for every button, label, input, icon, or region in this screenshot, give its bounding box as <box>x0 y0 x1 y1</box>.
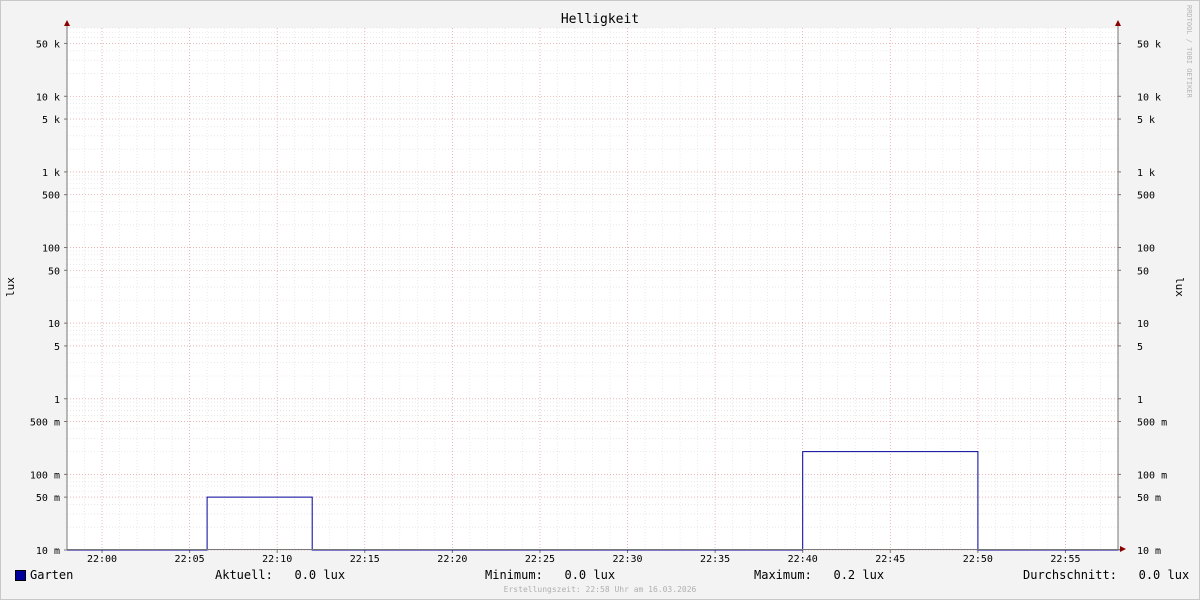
y-tick-label-left: 50 m <box>36 493 60 504</box>
x-axis-arrow <box>1120 546 1126 552</box>
y-tick-label-left: 10 <box>48 319 60 330</box>
y-tick-label-right: 5 k <box>1137 115 1155 126</box>
y-tick-label-right: 100 m <box>1137 470 1167 481</box>
x-tick-label: 22:30 <box>612 554 642 565</box>
x-tick-label: 22:45 <box>875 554 905 565</box>
y-tick-labels-right: 50 k 10 k 5 k 1 k 500 100 50 10 5 1 500 m 100 m 50 m… <box>1137 39 1167 557</box>
y-tick-label-right: 50 m <box>1137 493 1161 504</box>
y-tick-label-left: 5 k <box>42 115 60 126</box>
y-tick-label-left: 500 <box>42 191 60 202</box>
x-tick-label: 22:40 <box>788 554 818 565</box>
legend-series-name: Garten <box>30 568 74 582</box>
y-tick-label-left: 10 k <box>36 92 60 103</box>
y-tick-label-right: 50 <box>1137 266 1149 277</box>
y-tick-labels-left: 50 k 10 k 5 k 1 k 500 100 50 10 5 1 500 m 100 m 50 m… <box>30 39 60 557</box>
x-tick-label: 22:15 <box>350 554 380 565</box>
legend-current: Aktuell: 0.0 lux <box>215 568 346 582</box>
y-tick-label-right: 1 k <box>1137 168 1155 179</box>
y-tick-label-right: 10 m <box>1137 546 1161 557</box>
x-tick-label: 22:20 <box>437 554 467 565</box>
y-axis-label-right: lux <box>1173 277 1186 297</box>
y-tick-label-right: 5 <box>1137 342 1143 353</box>
legend-minimum: Minimum: 0.0 lux <box>485 568 616 582</box>
x-tick-label: 22:50 <box>963 554 993 565</box>
y-tick-label-left: 100 <box>42 244 60 255</box>
y-tick-label-right: 50 k <box>1137 39 1161 50</box>
brightness-chart: 50 k 10 k 5 k 1 k 500 100 50 10 5 1 500 m 100 m 50 m… <box>4 5 1193 565</box>
y-tick-label-right: 10 k <box>1137 92 1161 103</box>
y-tick-label-left: 50 k <box>36 39 60 50</box>
legend-maximum: Maximum: 0.2 lux <box>754 568 885 582</box>
y-tick-label-right: 500 m <box>1137 418 1167 429</box>
footer-timestamp: Erstellungszeit: 22:58 Uhr am 16.03.2026 <box>503 585 697 594</box>
x-tick-labels: 22:00 22:05 22:10 22:15 22:20 22:25 22:30 22:35… <box>87 554 1081 565</box>
legend-average: Durchschnitt: 0.0 lux <box>1023 568 1190 582</box>
y-tick-label-left: 1 <box>54 395 60 406</box>
x-tick-label: 22:35 <box>700 554 730 565</box>
watermark: RRDTOOL / TOBI OETIKER <box>1185 5 1193 99</box>
y-axis-label-left: lux <box>4 277 17 297</box>
x-tick-label: 22:05 <box>175 554 205 565</box>
y-tick-label-left: 5 <box>54 342 60 353</box>
y-tick-label-right: 10 <box>1137 319 1149 330</box>
y-tick-label-left: 50 <box>48 266 60 277</box>
x-tick-label: 22:10 <box>262 554 292 565</box>
series-swatch-garten <box>15 570 26 581</box>
left-axis-arrow <box>64 20 70 26</box>
y-tick-label-right: 500 <box>1137 191 1155 202</box>
chart-title: Helligkeit <box>561 12 639 27</box>
y-tick-label-right: 100 <box>1137 244 1155 255</box>
y-tick-label-right: 1 <box>1137 395 1143 406</box>
y-tick-label-left: 100 m <box>30 470 60 481</box>
x-tick-label: 22:25 <box>525 554 555 565</box>
y-tick-label-left: 1 k <box>42 168 60 179</box>
y-tick-label-left: 500 m <box>30 418 60 429</box>
x-tick-label: 22:00 <box>87 554 117 565</box>
x-tick-label: 22:55 <box>1050 554 1080 565</box>
y-tick-label-left: 10 m <box>36 546 60 557</box>
right-axis-arrow <box>1115 20 1121 26</box>
